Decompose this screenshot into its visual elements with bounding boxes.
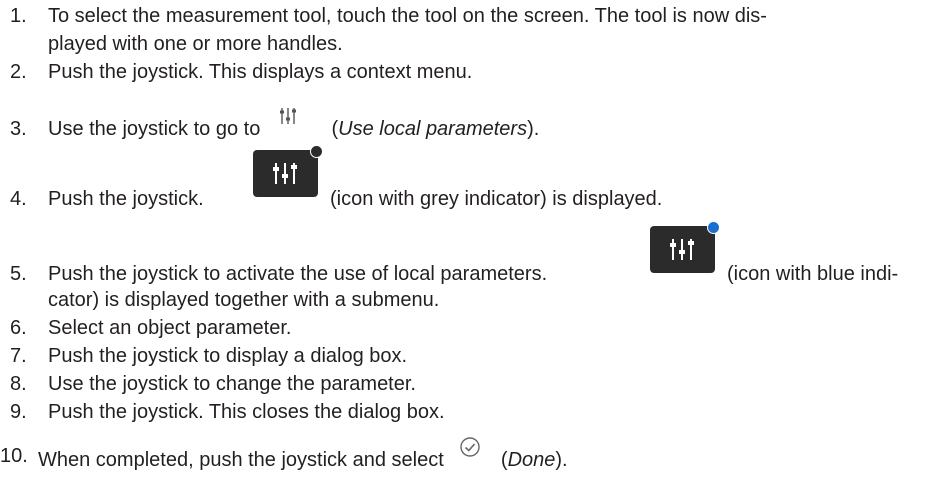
- step-number: 3.: [10, 118, 27, 140]
- step-text: Select an object parameter.: [48, 317, 292, 339]
- step-text-before: When completed, push the joystick and se…: [38, 449, 444, 471]
- blue-indicator: [707, 221, 720, 234]
- step-text: Push the joystick to display a dialog bo…: [48, 345, 408, 367]
- step-text-before: Push the joystick.: [48, 188, 204, 210]
- step-number: 8.: [10, 373, 27, 395]
- step-text-before: Use the joystick to go to: [48, 118, 261, 140]
- done-label: Done: [507, 449, 556, 471]
- step-text: Push the joystick. This displays a conte…: [48, 61, 473, 83]
- step-number: 10.: [0, 445, 28, 467]
- paren-close: ).: [527, 118, 540, 140]
- step-5-continuation: cator) is displayed together with a subm…: [48, 289, 440, 311]
- step-text: When completed, push the joystick and se…: [38, 437, 568, 472]
- grey-indicator: [310, 145, 323, 158]
- tool-name: Use local parameters: [338, 118, 528, 140]
- step-text-before: Push the joystick to activate the use of…: [48, 263, 548, 285]
- step-text: Use the joystick to go to (Use local par: [48, 108, 540, 141]
- step-number: 2.: [10, 61, 27, 83]
- step-number: 4.: [10, 188, 27, 210]
- step-text-after: (icon with grey indicator) is displayed.: [330, 188, 663, 210]
- paren-open: (: [500, 449, 508, 471]
- instruction-list: 1. To select the measurement tool, touch…: [0, 0, 945, 481]
- step-number: 5.: [10, 263, 27, 285]
- step-number: 6.: [10, 317, 27, 339]
- step-number: 9.: [10, 401, 27, 423]
- step-text: To select the measurement tool, touch th…: [48, 5, 767, 27]
- sliders-icon: [279, 107, 306, 131]
- step-number: 1.: [10, 5, 27, 27]
- sliders-icon-blue-indicator: [650, 221, 720, 273]
- step-text: Use the joystick to change the parameter…: [48, 373, 416, 395]
- step-1-continuation: played with one or more handles.: [48, 33, 343, 55]
- step-text: Push the joystick. This closes the dialo…: [48, 401, 445, 423]
- paren-close: ).: [555, 449, 568, 471]
- step-text-after: (icon with blue indi-: [727, 263, 899, 285]
- sliders-icon-grey-indicator: [253, 145, 323, 197]
- check-circle-icon: [459, 436, 481, 464]
- step-number: 7.: [10, 345, 27, 367]
